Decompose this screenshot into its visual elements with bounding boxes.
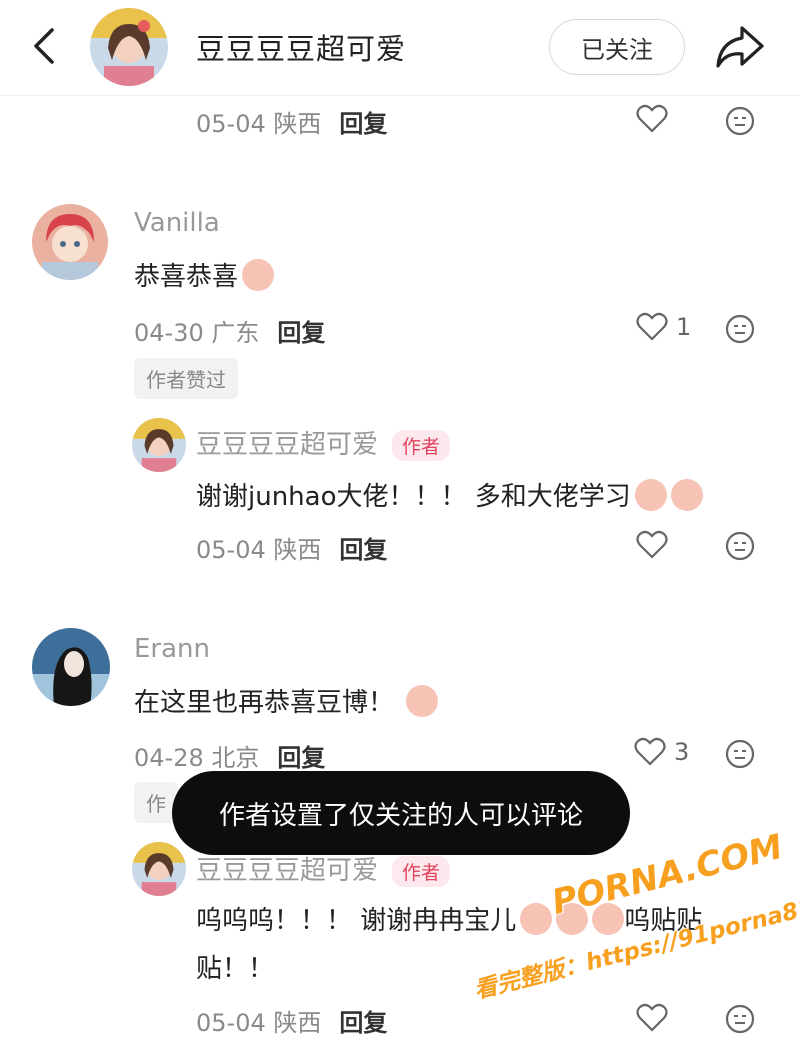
author-liked-badge: 作者赞过 — [134, 358, 238, 399]
reply-button[interactable]: 回复 — [277, 744, 325, 772]
reply-text: 谢谢junhao大佬！！！ 多和大佬学习 — [196, 476, 703, 513]
toast-message: 作者设置了仅关注的人可以评论 — [172, 771, 630, 855]
user-avatar[interactable] — [132, 418, 186, 472]
emoji-icon[interactable] — [725, 106, 755, 136]
like-button[interactable]: 1 — [636, 312, 691, 342]
like-count: 1 — [676, 313, 692, 341]
reply-button[interactable]: 回复 — [277, 319, 325, 347]
author-tag: 作者 — [392, 856, 451, 887]
top-bar: 豆豆豆豆超可爱 已关注 — [0, 0, 800, 96]
pig-sticker-icon — [242, 258, 275, 291]
pig-sticker-icon — [670, 478, 703, 511]
username[interactable]: Erann — [134, 634, 210, 664]
peach-sticker-icon — [406, 684, 439, 717]
following-button[interactable]: 已关注 — [549, 19, 685, 75]
heart-icon[interactable] — [636, 1003, 668, 1033]
share-icon[interactable] — [712, 22, 766, 70]
heart-icon — [634, 737, 666, 766]
date-location: 05-04 陕西 — [196, 536, 322, 564]
reply-username: 豆豆豆豆超可爱 作者 — [196, 850, 451, 887]
reply-button[interactable]: 回复 — [339, 1009, 387, 1037]
date-location: 04-30 广东 — [134, 319, 260, 347]
like-count: 3 — [674, 738, 690, 766]
user-avatar[interactable] — [32, 204, 108, 280]
user-avatar[interactable] — [32, 628, 110, 706]
cat-sticker-icon — [520, 902, 553, 935]
author-avatar[interactable] — [90, 8, 168, 86]
date-location: 05-04 陕西 — [196, 1009, 322, 1037]
like-button[interactable]: 3 — [634, 737, 689, 767]
comment-meta: 05-04 陕西 回复 — [196, 1003, 387, 1038]
emoji-icon[interactable] — [725, 314, 755, 344]
date-location: 04-28 北京 — [134, 744, 260, 772]
header-title: 豆豆豆豆超可爱 — [196, 32, 407, 66]
back-arrow-icon[interactable] — [26, 24, 66, 68]
comment-meta: 05-04 陕西 回复 — [196, 104, 387, 139]
comment-meta: 04-30 广东 回复 — [134, 313, 325, 348]
emoji-icon[interactable] — [725, 531, 755, 561]
comment-meta: 05-04 陕西 回复 — [196, 530, 387, 565]
emoji-icon[interactable] — [725, 739, 755, 769]
heart-icon — [636, 312, 668, 341]
date-location: 05-04 陕西 — [196, 110, 322, 138]
user-avatar[interactable] — [132, 842, 186, 896]
reply-text-continued: 贴！！ — [196, 954, 275, 984]
reply-button[interactable]: 回复 — [339, 110, 387, 138]
username[interactable]: Vanilla — [134, 208, 220, 238]
reply-username: 豆豆豆豆超可爱 作者 — [196, 424, 451, 461]
comment-text: 恭喜恭喜 — [134, 256, 275, 293]
reply-button[interactable]: 回复 — [339, 536, 387, 564]
heart-icon[interactable] — [636, 530, 668, 560]
comment-text: 在这里也再恭喜豆博！ — [134, 682, 439, 719]
heart-icon[interactable] — [636, 104, 668, 134]
pig-sticker-icon — [634, 478, 667, 511]
author-tag: 作者 — [392, 430, 451, 461]
comment-meta: 04-28 北京 回复 — [134, 738, 325, 773]
emoji-icon[interactable] — [725, 1004, 755, 1034]
